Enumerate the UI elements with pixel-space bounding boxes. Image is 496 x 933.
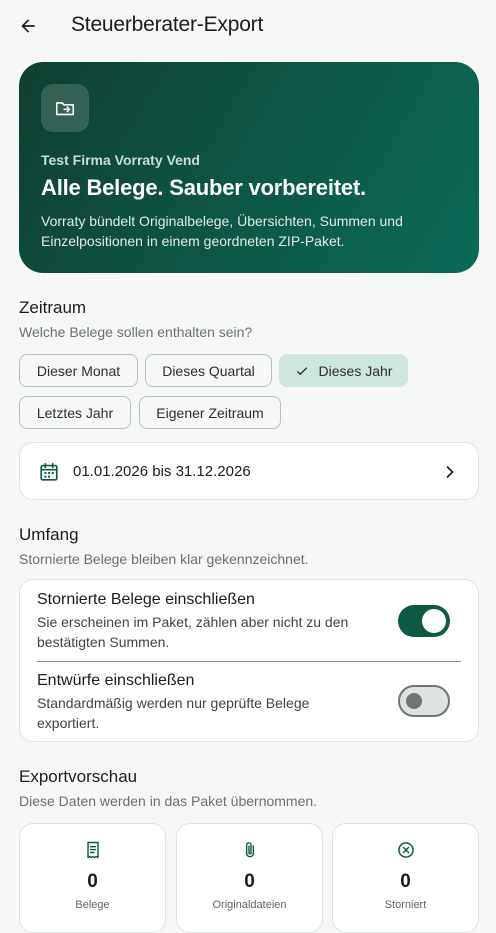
company-name: Test Firma Vorraty Vend: [41, 152, 200, 168]
stat-value: 0: [244, 871, 255, 892]
toggle-stornierte-belege[interactable]: [398, 605, 450, 637]
chip-letztes-jahr[interactable]: Letztes Jahr: [19, 396, 131, 429]
paperclip-icon: [177, 840, 322, 860]
hero-headline: Alle Belege. Sauber vorbereitet.: [41, 175, 366, 200]
section-title-umfang: Umfang: [19, 525, 79, 544]
section-subtitle-zeitraum: Welche Belege sollen enthalten sein?: [19, 324, 253, 340]
hero-card: Test Firma Vorraty Vend Alle Belege. Sau…: [19, 62, 479, 273]
stat-label: Originaldateien: [212, 899, 287, 911]
stat-value: 0: [400, 871, 411, 892]
option-desc-stornierte: Sie erscheinen im Paket, zählen aber nic…: [37, 614, 349, 650]
cancel-circle-icon: [333, 840, 478, 860]
section-title-zeitraum: Zeitraum: [19, 298, 87, 317]
calendar-icon: [38, 461, 60, 488]
chip-label: Dieses Jahr: [318, 362, 393, 379]
umfang-options-card: Stornierte Belege einschließen Sie ersch…: [19, 579, 479, 742]
chip-label: Dieses Quartal: [162, 362, 255, 379]
chip-dieser-monat[interactable]: Dieser Monat: [19, 354, 138, 387]
chevron-right-icon: [440, 462, 460, 487]
check-icon: [295, 364, 309, 378]
app-bar: Steuerberater-Export: [0, 0, 496, 52]
chip-dieses-jahr[interactable]: Dieses Jahr: [279, 354, 408, 387]
section-subtitle-umfang: Stornierte Belege bleiben klar gekennzei…: [19, 551, 309, 567]
hero-description: Vorraty bündelt Originalbelege, Übersich…: [41, 213, 403, 249]
stat-label: Storniert: [384, 899, 427, 911]
stat-value: 0: [87, 871, 98, 892]
toggle-knob: [422, 609, 446, 633]
stat-card-belege: 0 Belege: [19, 823, 166, 933]
divider: [37, 661, 461, 662]
stat-card-originaldateien: 0 Originaldateien: [176, 823, 323, 933]
page-title: Steuerberater-Export: [71, 13, 264, 36]
chip-eigener-zeitraum[interactable]: Eigener Zeitraum: [139, 396, 281, 429]
toggle-entwuerfe[interactable]: [398, 685, 450, 717]
chip-label: Eigener Zeitraum: [156, 404, 264, 421]
arrow-left-icon: [21, 19, 35, 33]
receipt-icon: [20, 840, 165, 860]
section-subtitle-exportvorschau: Diese Daten werden in das Paket übernomm…: [19, 793, 318, 809]
stat-card-storniert: 0 Storniert: [332, 823, 479, 933]
stat-label: Belege: [75, 899, 110, 911]
back-button[interactable]: [14, 12, 42, 40]
chip-label: Dieser Monat: [36, 362, 121, 379]
folder-export-icon: [55, 102, 75, 116]
toggle-knob: [406, 693, 422, 709]
date-range-value: 01.01.2026 bis 31.12.2026: [73, 463, 251, 480]
option-title-stornierte: Stornierte Belege einschließen: [37, 591, 255, 608]
chip-label: Letztes Jahr: [36, 404, 114, 421]
chip-dieses-quartal[interactable]: Dieses Quartal: [145, 354, 272, 387]
option-title-entwuerfe: Entwürfe einschließen: [37, 672, 195, 689]
date-range-selector[interactable]: 01.01.2026 bis 31.12.2026: [19, 442, 479, 500]
option-desc-entwuerfe: Standardmäßig werden nur geprüfte Belege…: [37, 695, 310, 731]
section-title-exportvorschau: Exportvorschau: [19, 767, 138, 786]
hero-icon-tile: [41, 84, 89, 132]
